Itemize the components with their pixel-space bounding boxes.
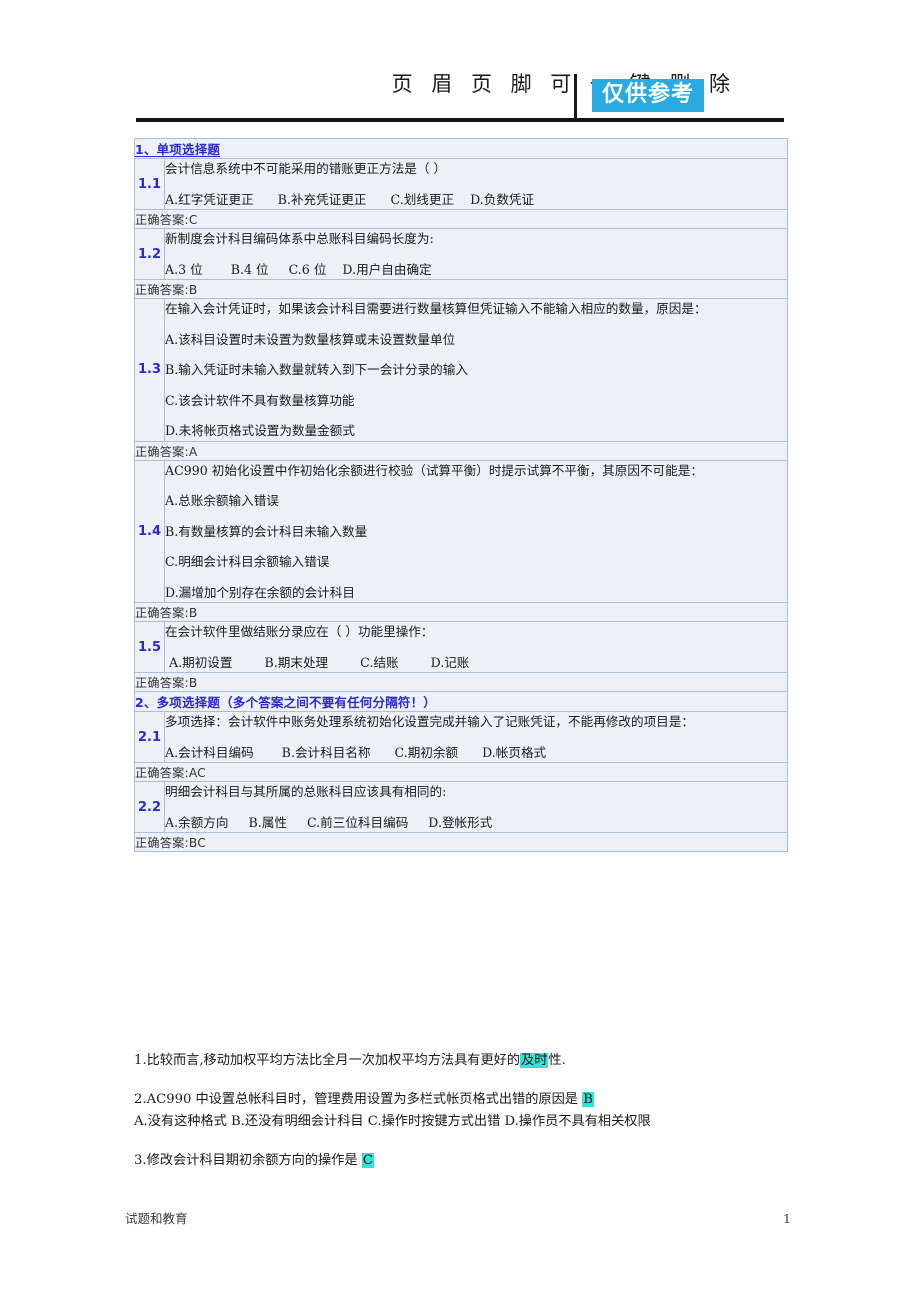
page-header: 页 眉 页 脚 可 一 键 删 除 仅供参考 <box>0 0 920 128</box>
answer-row: 正确答案:B <box>134 602 788 623</box>
question-stem: AC990 初始化设置中作初始化余额进行校验（试算平衡）时提示试算不平衡，其原因… <box>165 462 703 478</box>
question-content: 在会计软件里做结账分录应在（ ）功能里操作： A.期初设置 B.期末处理 C.结… <box>164 621 788 674</box>
correct-answer: 正确答案:B <box>134 602 788 623</box>
question-number: 1.4 <box>134 459 165 604</box>
free-text-item-2-options: A.没有这种格式 B.还没有明细会计科目 C.操作时按键方式出错 D.操作员不具… <box>134 1113 651 1129</box>
correct-answer: 正确答案:AC <box>134 762 788 783</box>
question-content: 会计信息系统中不可能采用的错账更正方法是（ ） A.红字凭证更正 B.补充凭证更… <box>164 157 788 211</box>
quiz-table: 1、单项选择题 1.1 会计信息系统中不可能采用的错账更正方法是（ ） A.红字… <box>134 138 788 853</box>
correct-answer: 正确答案:C <box>134 209 788 230</box>
question-stem: 在输入会计凭证时，如果该会计科目需要进行数量核算但凭证输入不能输入相应的数量，原… <box>165 301 707 317</box>
header-rule <box>136 118 784 122</box>
correct-answer: 正确答案:BC <box>134 832 788 853</box>
section-header-row: 2、多项选择题（多个答案之间不要有任何分隔符！） <box>134 691 788 713</box>
free-text-item-3: 3.修改会计科目期初余额方向的操作是 C <box>134 1150 810 1171</box>
section-header-cell: 1、单项选择题 <box>134 138 788 159</box>
question-option: D.未将帐页格式设置为数量金额式 <box>165 423 355 439</box>
question-option: A.总账余额输入错误 <box>165 493 279 509</box>
answer-row: 正确答案:A <box>134 440 788 461</box>
question-content: 明细会计科目与其所属的总账科目应该具有相同的: A.余额方向 B.属性 C.前三… <box>164 781 788 834</box>
question-content: 在输入会计凭证时，如果该会计科目需要进行数量核算但凭证输入不能输入相应的数量，原… <box>164 298 788 442</box>
quiz-table-body: 1、单项选择题 1.1 会计信息系统中不可能采用的错账更正方法是（ ） A.红字… <box>134 138 788 853</box>
question-option: D.漏增加个别存在余额的会计科目 <box>165 584 355 600</box>
question-option: C.明细会计科目余额输入错误 <box>165 554 330 570</box>
question-content: 新制度会计科目编码体系中总账科目编码长度为: A.3 位 B.4 位 C.6 位… <box>164 228 788 281</box>
free-text-item-1-prefix: 1.比较而言,移动加权平均方法比全月一次加权平均方法具有更好的 <box>134 1053 521 1068</box>
answer-row: 正确答案:B <box>134 279 788 300</box>
question-options: A.3 位 B.4 位 C.6 位 D.用户自由确定 <box>165 261 432 277</box>
free-text-item-3-prefix: 3.修改会计科目期初余额方向的操作是 <box>134 1153 362 1169</box>
question-option: B.输入凭证时未输入数量就转入到下一会计分录的输入 <box>165 362 468 378</box>
answer-row: 正确答案:C <box>134 209 788 230</box>
question-row: 1.2 新制度会计科目编码体系中总账科目编码长度为: A.3 位 B.4 位 C… <box>134 228 788 281</box>
question-options: A.会计科目编码 B.会计科目名称 C.期初余额 D.帐页格式 <box>165 744 547 760</box>
section-header-label: 2、多项选择题（多个答案之间不要有任何分隔符！） <box>135 695 436 711</box>
question-row: 2.2 明细会计科目与其所属的总账科目应该具有相同的: A.余额方向 B.属性 … <box>134 781 788 834</box>
question-row: 2.1 多项选择：会计软件中账务处理系统初始化设置完成并输入了记账凭证，不能再修… <box>134 711 788 764</box>
free-text-item-2-line1: 2.AC990 中设置总帐科目时，管理费用设置为多栏式帐页格式出错的原因是 B <box>134 1089 810 1110</box>
section-header-label: 1、单项选择题 <box>135 142 221 157</box>
question-row: 1.4 AC990 初始化设置中作初始化余额进行校验（试算平衡）时提示试算不平衡… <box>134 459 788 604</box>
answer-row: 正确答案:AC <box>134 762 788 783</box>
question-number: 2.2 <box>134 781 165 834</box>
question-stem: 会计信息系统中不可能采用的错账更正方法是（ ） <box>165 161 447 176</box>
question-option: C.该会计软件不具有数量核算功能 <box>165 392 355 408</box>
question-option: B.有数量核算的会计科目未输入数量 <box>165 523 368 539</box>
question-number: 1.2 <box>134 228 165 281</box>
question-stem: 明细会计科目与其所属的总账科目应该具有相同的: <box>165 784 447 800</box>
correct-answer: 正确答案:B <box>134 672 788 693</box>
question-number: 1.1 <box>134 157 165 211</box>
free-text-section: 1.比较而言,移动加权平均方法比全月一次加权平均方法具有更好的及时性. 2.AC… <box>134 1050 810 1190</box>
free-text-item-2: 2.AC990 中设置总帐科目时，管理费用设置为多栏式帐页格式出错的原因是 B … <box>134 1089 810 1132</box>
question-number: 2.1 <box>134 711 165 764</box>
header-vertical-divider <box>574 74 577 122</box>
question-option: A.该科目设置时未设置为数量核算或未设置数量单位 <box>165 331 456 347</box>
question-stem: 新制度会计科目编码体系中总账科目编码长度为: <box>165 231 434 247</box>
free-text-item-3-highlight: C <box>361 1153 374 1169</box>
free-text-item-2-highlight: B <box>582 1092 594 1108</box>
footer-label: 试题和教育 <box>125 1211 188 1226</box>
question-stem: 在会计软件里做结账分录应在（ ）功能里操作： <box>165 624 434 640</box>
section-header-cell: 2、多项选择题（多个答案之间不要有任何分隔符！） <box>134 691 788 713</box>
answer-row: 正确答案:BC <box>134 832 788 853</box>
question-options: A.期初设置 B.期末处理 C.结账 D.记账 <box>165 654 470 670</box>
question-content: AC990 初始化设置中作初始化余额进行校验（试算平衡）时提示试算不平衡，其原因… <box>164 459 788 604</box>
free-text-item-2-prefix: 2.AC990 中设置总帐科目时，管理费用设置为多栏式帐页格式出错的原因是 <box>134 1092 583 1108</box>
question-content: 多项选择：会计软件中账务处理系统初始化设置完成并输入了记账凭证，不能再修改的项目… <box>164 711 788 764</box>
question-number: 1.3 <box>134 298 165 442</box>
answer-row: 正确答案:B <box>134 672 788 693</box>
question-stem: 多项选择：会计软件中账务处理系统初始化设置完成并输入了记账凭证，不能再修改的项目… <box>165 714 694 730</box>
free-text-item-1-highlight: 及时 <box>520 1053 549 1068</box>
free-text-item-1-suffix: 性. <box>548 1053 566 1068</box>
question-number: 1.5 <box>134 621 165 674</box>
question-options: A.余额方向 B.属性 C.前三位科目编码 D.登帐形式 <box>165 814 493 830</box>
page-footer: 试题和教育 1 <box>125 1208 791 1227</box>
reference-only-badge: 仅供参考 <box>592 79 705 113</box>
correct-answer: 正确答案:B <box>134 279 788 300</box>
free-text-item-1: 1.比较而言,移动加权平均方法比全月一次加权平均方法具有更好的及时性. <box>134 1050 810 1071</box>
section-header-row: 1、单项选择题 <box>134 138 788 159</box>
question-options: A.红字凭证更正 B.补充凭证更正 C.划线更正 D.负数凭证 <box>165 191 535 207</box>
footer-page-number: 1 <box>783 1211 791 1226</box>
question-row: 1.3 在输入会计凭证时，如果该会计科目需要进行数量核算但凭证输入不能输入相应的… <box>134 298 788 442</box>
correct-answer: 正确答案:A <box>134 440 788 461</box>
question-row: 1.5 在会计软件里做结账分录应在（ ）功能里操作： A.期初设置 B.期末处理… <box>134 621 788 674</box>
question-row: 1.1 会计信息系统中不可能采用的错账更正方法是（ ） A.红字凭证更正 B.补… <box>134 157 788 211</box>
